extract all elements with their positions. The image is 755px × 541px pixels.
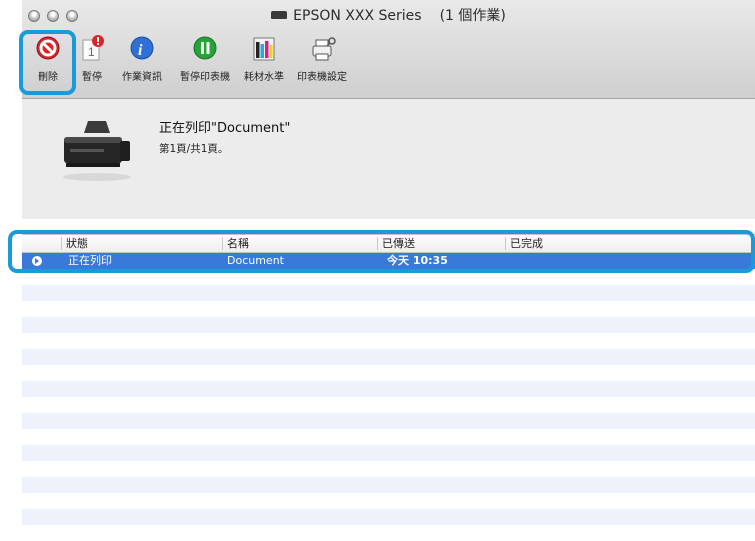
printer-image: [58, 115, 136, 185]
supply-levels-label: 耗材水準: [244, 72, 284, 83]
empty-row: [22, 509, 755, 525]
empty-row: [22, 445, 755, 461]
info-icon: i: [125, 34, 159, 64]
printer-settings-label: 印表機設定: [297, 72, 347, 83]
empty-row: [22, 477, 755, 493]
printer-title-icon: [271, 11, 288, 19]
job-row-highlight-callout: [8, 230, 755, 273]
empty-row: [22, 429, 755, 445]
job-info-label: 作業資訊: [122, 72, 162, 83]
empty-row: [22, 413, 755, 429]
empty-row: [22, 493, 755, 509]
job-status-title: 正在列印"Document": [159, 121, 291, 136]
jobs-table: 狀態 名稱 已傳送 已完成 正在列印 Document 今天 10:35: [22, 234, 755, 541]
empty-row: [22, 349, 755, 365]
job-count: (1 個作業): [439, 8, 506, 24]
empty-row: [22, 301, 755, 317]
toolbar: EPSON XXX Series (1 個作業) 刪除 1 暫停 i 作業資訊 …: [22, 0, 755, 99]
printer-settings-icon: [305, 34, 339, 64]
window-title: EPSON XXX Series (1 個作業): [22, 5, 755, 25]
pause-printer-icon: [188, 34, 222, 64]
empty-row: [22, 461, 755, 477]
empty-row: [22, 397, 755, 413]
pause-printer-button[interactable]: 暫停印表機: [175, 34, 235, 83]
svg-text:i: i: [138, 42, 143, 59]
pause-job-icon: 1: [75, 34, 109, 64]
job-info-button[interactable]: i 作業資訊: [112, 34, 172, 83]
empty-row: [22, 285, 755, 301]
supply-levels-button[interactable]: 耗材水準: [234, 34, 294, 83]
empty-row: [22, 525, 755, 541]
empty-row: [22, 365, 755, 381]
pause-badge-count: 1: [88, 45, 95, 59]
printer-name: EPSON XXX Series: [293, 8, 422, 24]
supply-levels-icon: [247, 34, 281, 64]
empty-row: [22, 381, 755, 397]
empty-row: [22, 333, 755, 349]
job-page-progress: 第1頁/共1頁。: [159, 143, 229, 155]
empty-row: [22, 317, 755, 333]
pause-printer-label: 暫停印表機: [180, 72, 230, 83]
delete-highlight-callout: [19, 30, 76, 95]
job-info-panel: 正在列印"Document" 第1頁/共1頁。: [22, 99, 755, 219]
printer-settings-button[interactable]: 印表機設定: [292, 34, 352, 83]
